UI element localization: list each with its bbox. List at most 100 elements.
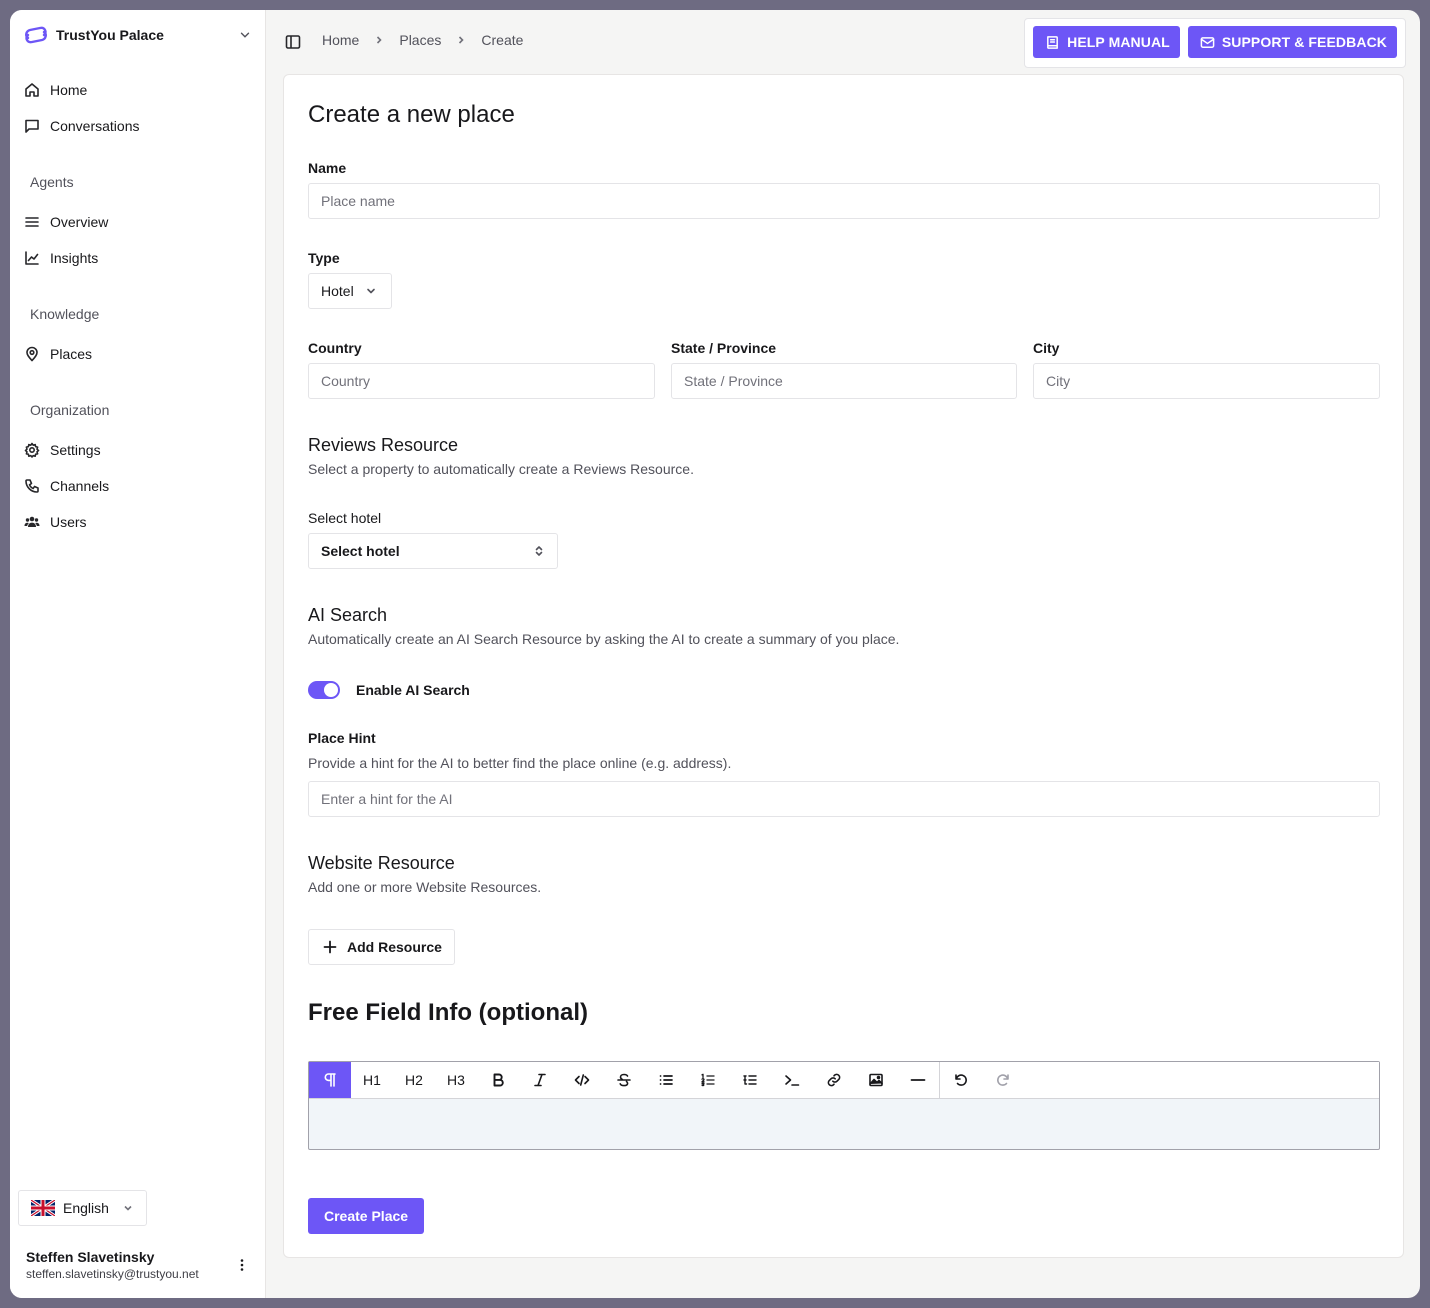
italic-button[interactable] — [519, 1062, 561, 1098]
bullet-list-button[interactable] — [645, 1062, 687, 1098]
name-label: Name — [308, 160, 347, 176]
heading-2-button[interactable]: H2 — [393, 1062, 435, 1098]
image-button[interactable] — [855, 1062, 897, 1098]
code-block-button[interactable] — [771, 1062, 813, 1098]
main-content: Home Places Create HELP MANUAL SUPPORT &… — [266, 10, 1420, 1298]
language-select[interactable]: English — [18, 1190, 147, 1226]
nav-group-knowledge: Knowledge — [30, 306, 100, 322]
redo-button[interactable] — [982, 1062, 1024, 1098]
sidebar-item-conversations[interactable]: Conversations — [24, 115, 140, 137]
country-label: Country — [308, 340, 362, 356]
gear-icon — [24, 442, 40, 458]
chevron-down-icon — [124, 1205, 132, 1211]
toggle-knob — [324, 683, 338, 697]
user-email: steffen.slavetinsky@trustyou.net — [26, 1267, 199, 1281]
horizontal-rule-button[interactable] — [897, 1062, 939, 1098]
undo-button[interactable] — [940, 1062, 982, 1098]
strikethrough-icon — [617, 1073, 631, 1087]
link-icon — [827, 1073, 841, 1087]
list-indent-icon — [743, 1075, 757, 1085]
chevrons-up-down-icon — [535, 546, 543, 556]
breadcrumb-create: Create — [481, 32, 524, 48]
type-label: Type — [308, 250, 340, 266]
support-feedback-button[interactable]: SUPPORT & FEEDBACK — [1187, 26, 1397, 58]
more-vertical-icon[interactable] — [234, 1257, 250, 1273]
select-hotel-value: Select hotel — [321, 543, 400, 559]
breadcrumb-home[interactable]: Home — [322, 32, 359, 48]
sidebar-item-places[interactable]: Places — [24, 343, 92, 365]
trustyou-logo-icon — [25, 26, 47, 44]
strikethrough-button[interactable] — [603, 1062, 645, 1098]
type-value: Hotel — [321, 283, 354, 299]
ai-search-description: Automatically create an AI Search Resour… — [308, 631, 900, 647]
heading-1-button[interactable]: H1 — [351, 1062, 393, 1098]
nav-group-agents: Agents — [30, 174, 74, 190]
editor-toolbar: H1 H2 H3 — [309, 1062, 1379, 1099]
bold-button[interactable] — [477, 1062, 519, 1098]
top-actions: HELP MANUAL SUPPORT & FEEDBACK — [1024, 18, 1406, 68]
select-hotel-label: Select hotel — [308, 510, 382, 526]
sidebar-item-label: Insights — [50, 250, 99, 266]
create-place-button[interactable]: Create Place — [308, 1198, 425, 1234]
message-square-icon — [25, 119, 39, 133]
sidebar-item-users[interactable]: Users — [24, 511, 87, 533]
sidebar-item-insights[interactable]: Insights — [24, 247, 98, 269]
type-select[interactable]: Hotel — [308, 273, 392, 309]
place-hint-description: Provide a hint for the AI to better find… — [308, 755, 732, 771]
sidebar-item-label: Channels — [50, 478, 110, 494]
city-label: City — [1033, 340, 1060, 356]
sidebar-item-label: Home — [50, 82, 88, 98]
ordered-list-button[interactable] — [687, 1062, 729, 1098]
ai-search-heading: AI Search — [308, 605, 388, 625]
sidebar-item-overview[interactable]: Overview — [24, 211, 108, 233]
reviews-heading: Reviews Resource — [308, 435, 459, 455]
bullet-list-icon — [659, 1075, 673, 1085]
help-manual-button[interactable]: HELP MANUAL — [1033, 26, 1180, 58]
users-icon — [24, 516, 40, 527]
ordered-list-icon — [701, 1073, 715, 1087]
link-button[interactable] — [813, 1062, 855, 1098]
sidebar-item-label: Settings — [50, 442, 101, 458]
line-chart-icon — [25, 251, 39, 265]
state-input[interactable] — [671, 363, 1017, 399]
user-name: Steffen Slavetinsky — [26, 1249, 155, 1265]
paragraph-button[interactable] — [309, 1062, 351, 1098]
sidebar-item-settings[interactable]: Settings — [24, 439, 101, 461]
org-name: TrustYou Palace — [56, 27, 164, 43]
chevron-down-icon — [367, 288, 375, 294]
website-heading: Website Resource — [308, 853, 455, 873]
code-button[interactable] — [561, 1062, 603, 1098]
app-window: TrustYou Palace Home Conversations Agent… — [10, 10, 1420, 1298]
italic-icon — [534, 1073, 546, 1087]
image-icon — [869, 1073, 883, 1087]
book-icon — [1047, 35, 1059, 49]
sidebar-item-label: Conversations — [50, 118, 140, 134]
place-name-input[interactable] — [308, 183, 1380, 219]
uk-flag-icon — [31, 1200, 55, 1216]
rich-text-editor: H1 H2 H3 — [308, 1061, 1380, 1150]
sidebar-toggle-icon[interactable] — [285, 34, 301, 50]
city-input[interactable] — [1033, 363, 1380, 399]
nav-group-organization: Organization — [30, 402, 110, 418]
country-input[interactable] — [308, 363, 655, 399]
breadcrumb-places[interactable]: Places — [399, 32, 441, 48]
terminal-icon — [785, 1075, 800, 1086]
indent-list-button[interactable] — [729, 1062, 771, 1098]
minus-icon — [910, 1079, 926, 1081]
add-resource-button[interactable]: Add Resource — [308, 929, 455, 965]
select-hotel-dropdown[interactable]: Select hotel — [308, 533, 558, 569]
enable-ai-search-toggle[interactable] — [308, 681, 340, 699]
create-place-form: Create a new place Name Type Hotel Count… — [283, 74, 1404, 1258]
topbar: Home Places Create HELP MANUAL SUPPORT &… — [266, 10, 1420, 74]
heading-3-button[interactable]: H3 — [435, 1062, 477, 1098]
place-hint-input[interactable] — [308, 781, 1380, 817]
redo-icon — [997, 1074, 1009, 1086]
support-feedback-label: SUPPORT & FEEDBACK — [1221, 34, 1387, 50]
undo-icon — [955, 1074, 967, 1086]
sidebar-item-home[interactable]: Home — [24, 79, 87, 101]
bold-icon — [493, 1073, 504, 1087]
reviews-description: Select a property to automatically creat… — [308, 461, 694, 477]
org-switcher[interactable]: TrustYou Palace — [24, 24, 252, 46]
sidebar-item-channels[interactable]: Channels — [24, 475, 109, 497]
page-title: Create a new place — [308, 101, 515, 128]
